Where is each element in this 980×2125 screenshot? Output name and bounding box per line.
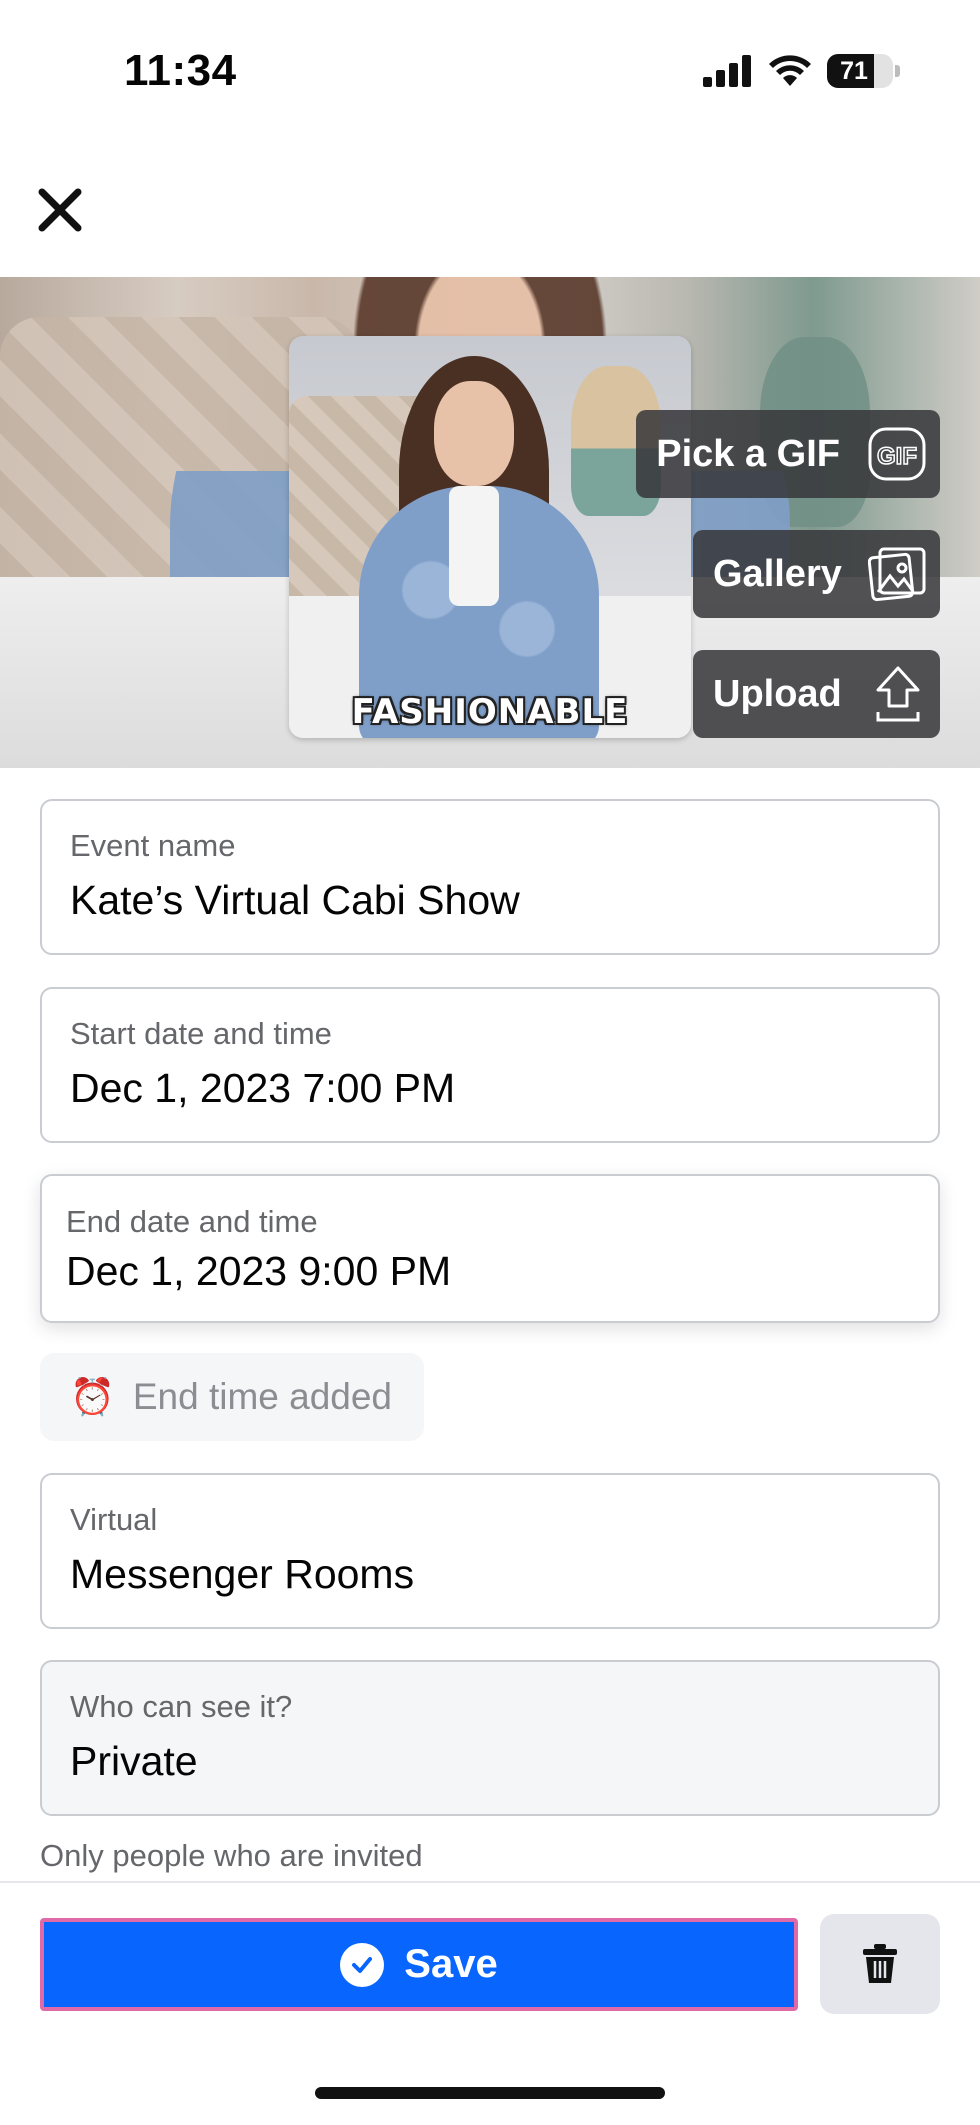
end-time-added-label: End time added xyxy=(132,1376,393,1417)
wifi-icon xyxy=(769,55,811,86)
gif-caption: FASHIONABLE xyxy=(351,692,629,732)
start-date-label: Start date and time xyxy=(70,1016,332,1051)
start-date-field[interactable]: Start date and time Dec 1, 2023 7:00 PM xyxy=(40,987,940,1143)
status-bar: 11:34 71 xyxy=(0,0,980,140)
start-date-value: Dec 1, 2023 7:00 PM xyxy=(70,1065,456,1111)
end-time-added-chip[interactable]: ⏰ End time added xyxy=(40,1353,424,1441)
event-name-label: Event name xyxy=(70,828,236,863)
cover-gif-thumbnail[interactable]: FASHIONABLE xyxy=(289,336,691,738)
gif-icon: GIF xyxy=(866,423,928,485)
location-field[interactable]: Virtual Messenger Rooms xyxy=(40,1473,940,1629)
status-time: 11:34 xyxy=(124,46,237,95)
privacy-helper-text: Only people who are invited xyxy=(40,1838,423,1873)
upload-label: Upload xyxy=(713,672,842,715)
battery-percent: 71 xyxy=(840,57,868,85)
home-indicator xyxy=(315,2087,665,2099)
gallery-label: Gallery xyxy=(713,552,842,595)
event-name-value: Kate’s Virtual Cabi Show xyxy=(70,877,520,923)
gallery-icon xyxy=(867,543,928,605)
pick-gif-button[interactable]: Pick a GIF GIF xyxy=(636,410,940,498)
location-label: Virtual xyxy=(70,1502,158,1537)
event-name-field[interactable]: Event name Kate’s Virtual Cabi Show xyxy=(40,799,940,955)
alarm-clock-icon: ⏰ xyxy=(70,1376,115,1417)
svg-text:GIF: GIF xyxy=(877,443,917,470)
upload-icon xyxy=(868,663,928,725)
pick-gif-label: Pick a GIF xyxy=(656,432,840,475)
privacy-value: Private xyxy=(70,1738,198,1784)
trash-icon xyxy=(863,1944,897,1983)
close-button[interactable] xyxy=(36,186,84,234)
status-icons: 71 xyxy=(703,54,900,88)
save-button[interactable]: Save xyxy=(40,1918,798,2011)
save-label: Save xyxy=(404,1942,498,1986)
privacy-label: Who can see it? xyxy=(70,1689,293,1724)
delete-button[interactable] xyxy=(820,1914,940,2014)
cellular-signal-icon xyxy=(703,55,751,87)
end-date-label: End date and time xyxy=(66,1204,318,1239)
checkmark-circle-icon xyxy=(340,1942,385,1987)
battery-icon: 71 xyxy=(827,54,893,88)
end-date-value: Dec 1, 2023 9:00 PM xyxy=(66,1248,452,1294)
gallery-button[interactable]: Gallery xyxy=(693,530,940,618)
close-icon xyxy=(38,188,82,232)
location-value: Messenger Rooms xyxy=(70,1551,415,1597)
battery-cap xyxy=(895,65,900,77)
end-date-field[interactable]: End date and time Dec 1, 2023 9:00 PM xyxy=(40,1174,940,1323)
privacy-field[interactable]: Who can see it? Private xyxy=(40,1660,940,1816)
upload-button[interactable]: Upload xyxy=(693,650,940,738)
